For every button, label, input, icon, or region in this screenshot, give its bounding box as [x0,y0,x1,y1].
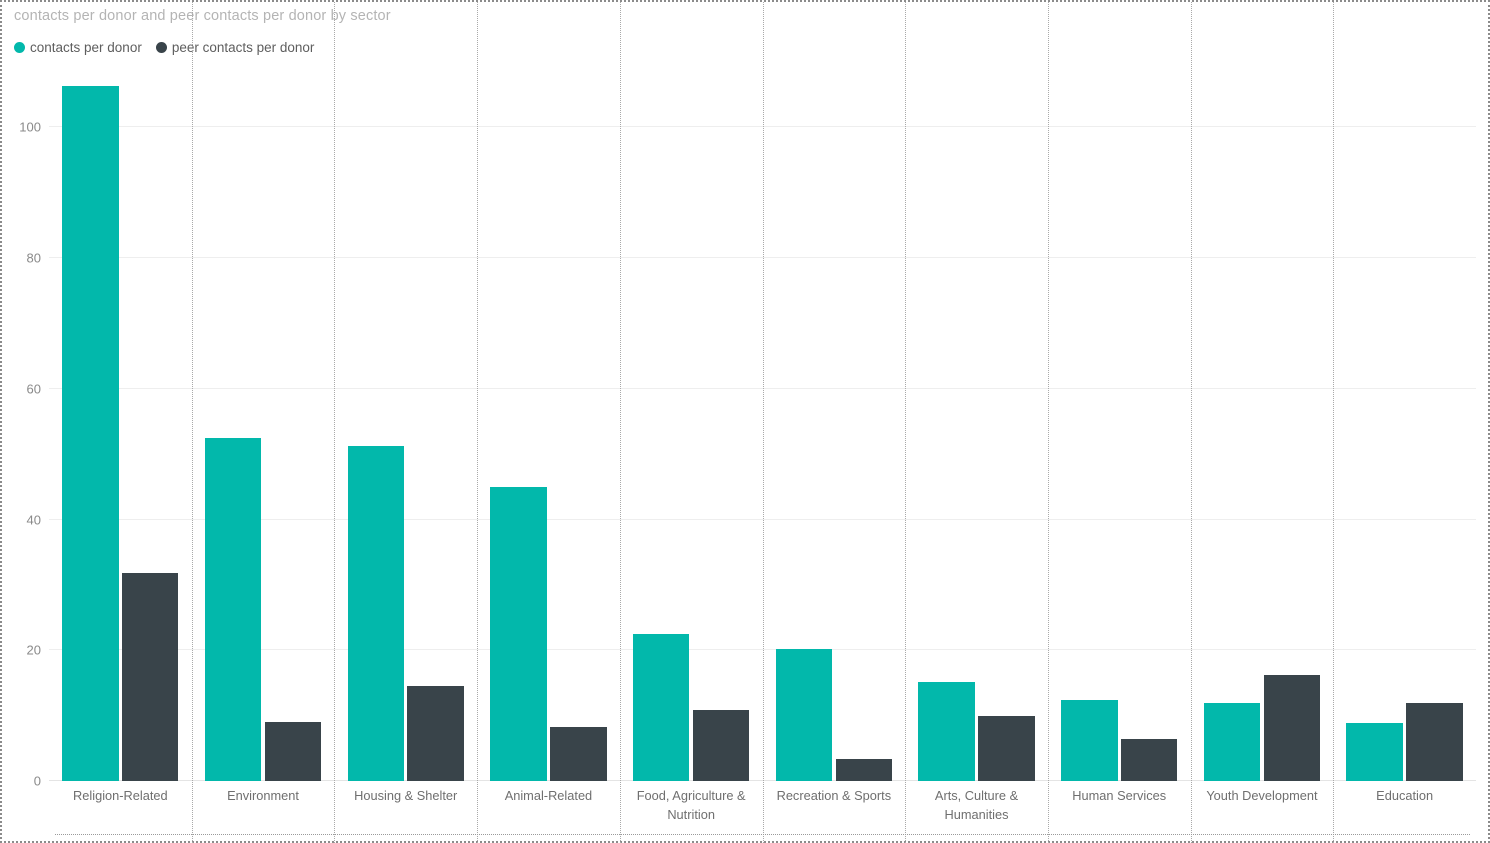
plot-area: 0 20 40 60 80 100 [19,2,1476,843]
y-axis-tick-label: 20 [26,642,41,658]
y-axis-tick-label: 40 [26,512,41,528]
y-axis-tick-label: 60 [26,381,41,397]
x-axis-tick-label: Environment [227,788,299,803]
bar[interactable] [1120,739,1178,781]
x-axis-tick-label: Animal-Related [504,788,593,803]
bar[interactable] [775,648,833,781]
bar[interactable] [1406,702,1463,781]
bar[interactable] [347,445,405,781]
bar[interactable] [550,727,607,781]
y-axis-tick-label: 0 [33,773,41,789]
x-axis-tick-label: Youth Development [1206,788,1318,803]
x-axis-tick-label: Religion-Related [73,788,168,803]
y-axis-tick-label: 80 [26,250,41,266]
bar[interactable] [1203,703,1261,781]
x-axis-tick-label: Housing & Shelter [354,788,458,803]
bar[interactable] [122,572,179,781]
bar[interactable] [1263,675,1321,781]
x-axis-tick-label: Human Services [1072,788,1167,803]
bar[interactable] [835,758,892,781]
y-axis-tick-label: 100 [19,119,41,135]
chart-container: contacts per donor and peer contacts per… [0,0,1490,843]
x-axis-tick-label: Recreation & Sports [776,788,892,803]
legend-label: contacts per donor [30,39,142,55]
legend-item-peer-contacts-per-donor[interactable]: peer contacts per donor [155,39,315,55]
x-axis-tick-label: Education [1376,788,1434,803]
bar[interactable] [632,633,690,781]
bar[interactable] [918,681,975,781]
bar[interactable] [692,710,750,781]
bar[interactable] [1346,723,1403,781]
bar[interactable] [62,85,119,781]
bar[interactable] [490,486,547,781]
bars-layer [49,62,1476,781]
chart-legend: contacts per donor peer contacts per don… [14,38,314,56]
legend-swatch-icon [155,41,167,53]
bar[interactable] [1061,699,1118,781]
x-axis-tick-label: Food, Agriculture & Nutrition [636,788,746,822]
x-axis-tick-label: Arts, Culture & Humanities [934,788,1019,822]
legend-swatch-icon [14,41,25,53]
legend-label: peer contacts per donor [171,39,315,55]
bar[interactable] [978,715,1035,781]
legend-item-contacts-per-donor[interactable]: contacts per donor [14,40,142,55]
bar[interactable] [264,721,322,781]
bar[interactable] [407,686,464,781]
bar[interactable] [204,437,262,781]
x-axis: Religion-Related Environment Housing & She… [49,786,1476,838]
x-axis-rule [55,834,1470,835]
